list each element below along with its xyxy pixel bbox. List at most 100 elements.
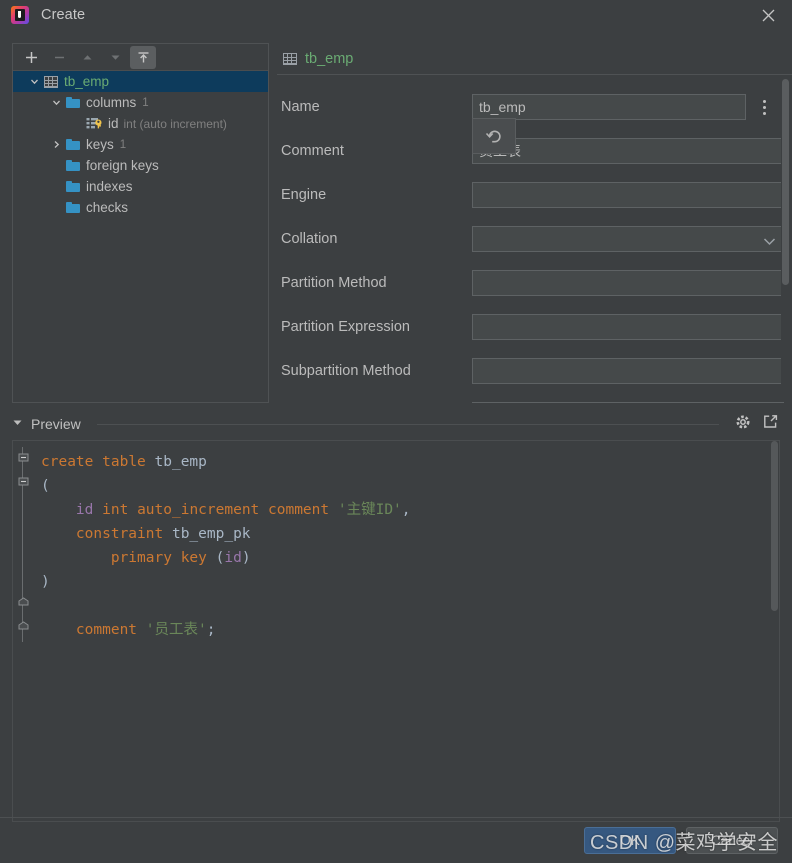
revert-button[interactable] [472, 118, 516, 154]
chevron-down-icon[interactable] [49, 98, 64, 107]
name-input[interactable] [472, 94, 746, 120]
form-header-title: tb_emp [305, 50, 354, 67]
title-bar: Create [0, 0, 792, 30]
form-row-engine: Engine [277, 173, 792, 217]
remove-button[interactable] [46, 46, 72, 69]
move-up-button[interactable] [74, 46, 100, 69]
cancel-button[interactable]: Cancel [686, 827, 778, 854]
code-line: constraint tb_emp_pk [41, 522, 779, 546]
tree-node-label: checks [86, 200, 129, 215]
subpartition-expression-input[interactable] [472, 402, 784, 403]
editor-gutter[interactable] [13, 441, 33, 821]
tree-node-label: tb_emp [64, 74, 110, 89]
main-content: tb_emp columns 1 id int (auto increment)… [0, 30, 792, 408]
subpartition-method-input[interactable] [472, 358, 784, 384]
tree-node-columns[interactable]: columns 1 [13, 92, 268, 113]
preview-header: Preview [0, 410, 792, 438]
partition-expression-input[interactable] [472, 314, 784, 340]
tree-node-label: id [108, 116, 119, 131]
form-scrollbar[interactable] [781, 79, 790, 401]
code-token: tb_emp [154, 454, 207, 470]
fold-marker-icon[interactable] [17, 452, 29, 464]
code-token: primary [110, 550, 172, 566]
collation-input[interactable] [472, 226, 784, 252]
fold-marker-icon[interactable] [17, 476, 29, 488]
move-down-button[interactable] [102, 46, 128, 69]
form-row-partition-method: Partition Method [277, 261, 792, 305]
folder-icon [64, 97, 82, 108]
engine-input[interactable] [472, 182, 784, 208]
field-label: Partition Expression [281, 319, 410, 335]
code-line: primary key (id) [41, 546, 779, 570]
code-line: create table tb_emp [41, 450, 779, 474]
form-scrollbar-thumb[interactable] [782, 79, 789, 285]
open-in-new-icon[interactable] [763, 414, 778, 434]
sql-code[interactable]: create table tb_emp ( id int auto_increme… [33, 441, 779, 821]
table-icon [42, 75, 60, 88]
field-label: Name [281, 99, 320, 115]
gear-icon[interactable] [735, 414, 751, 435]
tree-node-id[interactable]: id int (auto increment) [13, 113, 268, 134]
collation-select[interactable] [472, 226, 784, 252]
dialog-footer: OK Cancel [0, 817, 792, 863]
folder-icon [64, 181, 82, 192]
code-token: table [102, 454, 146, 470]
code-token: ( [41, 478, 50, 494]
form-row-partition-expression: Partition Expression [277, 305, 792, 349]
tree-node-tb-emp[interactable]: tb_emp [13, 71, 268, 92]
fold-end-icon[interactable] [17, 596, 29, 608]
partition-method-input[interactable] [472, 270, 784, 296]
extract-button[interactable] [130, 45, 156, 69]
code-token: id [75, 502, 94, 518]
tree-node-foreign-keys[interactable]: foreign keys [13, 155, 268, 176]
more-vertical-icon[interactable] [754, 94, 774, 120]
comment-input[interactable] [472, 138, 784, 164]
tree-node-label: keys [86, 137, 114, 152]
code-token: tb_emp_pk [171, 526, 251, 542]
chevron-right-icon[interactable] [49, 140, 64, 149]
triangle-down-icon[interactable] [12, 415, 23, 433]
add-button[interactable] [18, 46, 44, 69]
tree-toolbar [13, 44, 268, 71]
tree-node-checks[interactable]: checks [13, 197, 268, 218]
field-label: Comment [281, 143, 344, 159]
field-label: Partition Method [281, 275, 387, 291]
code-token: '主键ID' [337, 502, 402, 518]
tree-node-label: foreign keys [86, 158, 159, 173]
folder-icon [64, 202, 82, 213]
code-token: '员工表' [145, 622, 207, 638]
close-icon[interactable] [756, 4, 780, 26]
code-token: constraint [75, 526, 164, 542]
sql-preview-editor[interactable]: create table tb_emp ( id int auto_increme… [12, 440, 780, 822]
code-token: int [102, 502, 129, 518]
tree-node-count: 1 [119, 138, 127, 151]
ok-button[interactable]: OK [584, 827, 676, 854]
header-divider [96, 423, 719, 425]
chevron-down-icon[interactable] [27, 77, 42, 86]
tree-node-keys[interactable]: keys 1 [13, 134, 268, 155]
window-title: Create [41, 7, 86, 23]
folder-icon [64, 139, 82, 150]
tree-body: tb_emp columns 1 id int (auto increment)… [13, 71, 268, 402]
tree-node-indexes[interactable]: indexes [13, 176, 268, 197]
fold-end-icon[interactable] [17, 620, 29, 632]
editor-scrollbar[interactable] [770, 441, 779, 821]
table-properties-form: tb_emp Name Comment Engine Collati [277, 43, 792, 403]
code-token: key [180, 550, 207, 566]
tree-node-label: columns [86, 95, 137, 110]
tree-node-count: 1 [142, 96, 149, 109]
editor-scrollbar-thumb[interactable] [771, 441, 778, 611]
form-rows: Name Comment Engine Collation [277, 75, 792, 403]
form-row-subpartition-expression: Subpartition Expression [277, 393, 792, 403]
form-row-subpartition-method: Subpartition Method [277, 349, 792, 393]
